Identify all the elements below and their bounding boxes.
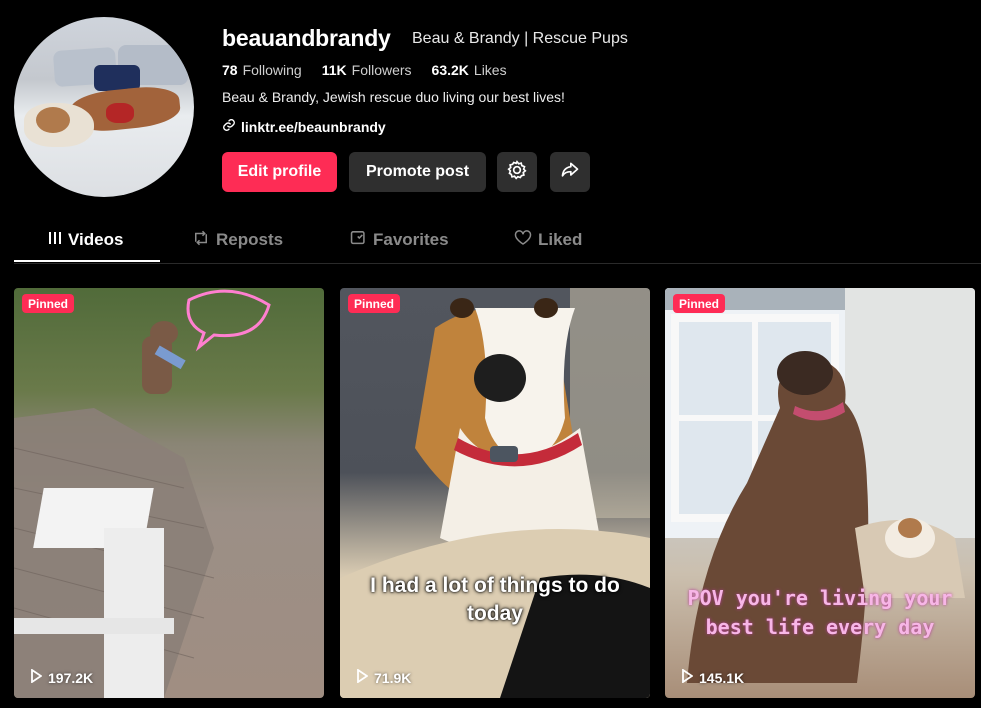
video-caption: I had a lot of things to do today [370, 574, 620, 625]
play-icon [30, 668, 43, 686]
profile-username: beauandbrandy [222, 25, 391, 51]
tab-label: Liked [538, 230, 583, 249]
play-icon [681, 668, 694, 686]
grid-icon [48, 230, 62, 250]
video-view-count: 71.9K [356, 668, 411, 686]
profile-bio: Beau & Brandy, Jewish rescue duo living … [222, 89, 565, 105]
video-card[interactable]: Pinned 197.2K [14, 288, 324, 698]
settings-button[interactable] [497, 152, 537, 192]
edit-profile-button[interactable]: Edit profile [222, 152, 337, 192]
share-profile-button[interactable] [550, 152, 590, 192]
profile-stats: 78 Following 11K Followers 63.2K Likes [222, 62, 507, 78]
video-card[interactable]: Pinned I had a lot of things to do today… [340, 288, 650, 698]
profile-avatar[interactable] [14, 17, 194, 197]
pinned-badge: Pinned [22, 294, 75, 313]
tab-reposts[interactable]: Reposts [192, 218, 283, 262]
stat-following[interactable]: 78 Following [222, 62, 302, 78]
tab-label: Favorites [373, 230, 449, 249]
tab-favorites[interactable]: Favorites [350, 218, 449, 262]
video-thumbnail [14, 289, 271, 698]
promote-post-button[interactable]: Promote post [349, 152, 486, 192]
play-icon [356, 668, 369, 686]
tab-videos[interactable]: Videos [48, 218, 123, 262]
pinned-badge: Pinned [348, 294, 401, 313]
avatar-dog-head [36, 107, 70, 133]
profile-nickname: Beau & Brandy | Rescue Pups [412, 30, 628, 47]
video-caption: POV you're living your best life every d… [687, 586, 953, 639]
heart-icon [514, 229, 532, 251]
active-tab-indicator [14, 260, 160, 262]
stat-likes: 63.2K Likes [431, 62, 507, 78]
profile-tabs: Videos Reposts Favorites Liked [14, 218, 981, 264]
tab-label: Reposts [216, 230, 284, 249]
pinned-badge: Pinned [673, 294, 726, 313]
bookmark-icon [350, 230, 367, 251]
profile-link[interactable]: linktr.ee/beaunbrandy [222, 118, 386, 135]
repost-icon [192, 230, 210, 251]
tab-liked[interactable]: Liked [514, 218, 582, 262]
stat-followers[interactable]: 11K Followers [322, 62, 412, 78]
share-icon [560, 160, 580, 185]
video-card[interactable]: Pinned POV you're living your best life … [665, 288, 975, 698]
avatar-collar [106, 103, 134, 123]
link-icon [222, 118, 236, 135]
video-thumbnail [340, 288, 650, 698]
profile-link-text: linktr.ee/beaunbrandy [241, 118, 386, 135]
tab-label: Videos [68, 230, 124, 249]
video-view-count: 145.1K [681, 668, 744, 686]
video-view-count: 197.2K [30, 668, 93, 686]
gear-icon [507, 159, 527, 185]
